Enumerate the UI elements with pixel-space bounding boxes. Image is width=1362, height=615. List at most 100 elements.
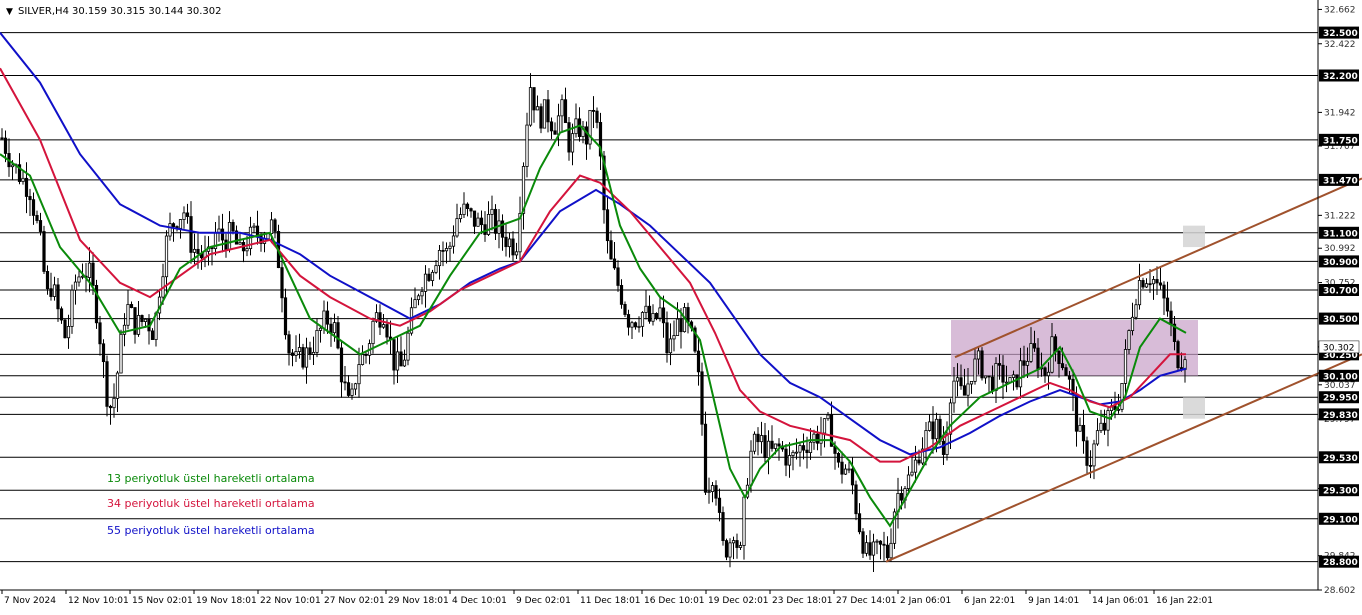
legend-ema55: 55 periyotluk üstel hareketli ortalama	[107, 524, 315, 537]
candle	[1043, 366, 1047, 383]
candle	[882, 531, 886, 561]
candle-body	[871, 541, 876, 556]
candle	[864, 535, 869, 557]
candle	[126, 289, 130, 330]
x-tick-label: 22 Nov 10:01	[260, 596, 321, 606]
candle	[626, 309, 631, 336]
candle	[1099, 409, 1103, 433]
candle	[752, 431, 757, 455]
candle-body	[763, 435, 767, 459]
dropdown-triangle-icon[interactable]: ▼	[6, 7, 13, 17]
candle	[479, 210, 484, 235]
candle	[402, 349, 407, 368]
candle-body	[395, 351, 400, 371]
candle-body	[1095, 430, 1100, 445]
candle-body	[231, 222, 235, 232]
candle-body	[742, 496, 746, 546]
candle-body	[686, 307, 690, 323]
level-price-text: 30.100	[1323, 372, 1358, 382]
candle	[658, 296, 662, 322]
candle-body	[931, 421, 935, 440]
candle	[294, 335, 298, 362]
candle-body	[87, 262, 92, 278]
candle-body	[31, 199, 36, 216]
candle-body	[1018, 360, 1023, 388]
candle	[521, 162, 526, 230]
price-chart[interactable]: 32.66232.42231.94231.70731.22230.99230.7…	[0, 0, 1362, 611]
level-price-text: 32.500	[1323, 29, 1358, 39]
candle-body	[801, 445, 806, 451]
candle-body	[731, 540, 736, 544]
candle	[1151, 276, 1156, 300]
candle	[336, 316, 340, 350]
candle	[7, 138, 11, 177]
candle-body	[28, 196, 32, 201]
candle	[1130, 302, 1135, 336]
candle	[1078, 417, 1082, 432]
candle	[444, 242, 449, 264]
candle	[1165, 281, 1170, 317]
x-tick-label: 4 Dec 10:01	[452, 596, 507, 606]
candle	[819, 416, 823, 456]
candle-body	[665, 322, 669, 354]
candle	[504, 223, 508, 257]
candle	[497, 209, 501, 249]
candle-body	[77, 276, 81, 283]
candle-body	[371, 320, 375, 345]
candle	[252, 223, 256, 234]
candle	[553, 122, 557, 135]
candle	[1081, 409, 1086, 454]
candle	[290, 349, 295, 367]
candle-body	[70, 289, 74, 327]
candle	[591, 96, 596, 128]
candle-body	[1036, 347, 1040, 370]
candle-body	[962, 385, 967, 396]
candle	[241, 239, 246, 263]
candle	[1120, 382, 1124, 413]
candle-body	[980, 350, 984, 379]
candle	[1162, 281, 1166, 315]
candle-body	[101, 343, 106, 363]
candle	[150, 328, 155, 340]
candle-body	[630, 322, 634, 328]
candle-body	[623, 303, 627, 315]
candle-body	[724, 540, 729, 558]
candle-body	[136, 315, 141, 335]
candle	[217, 215, 221, 242]
x-tick-label: 19 Dec 02:01	[708, 596, 769, 606]
candle	[756, 427, 760, 456]
candle-body	[679, 318, 683, 333]
candle	[49, 272, 53, 301]
candle-body	[546, 99, 550, 123]
candle	[980, 347, 984, 381]
candle	[616, 260, 620, 292]
level-price-text: 29.300	[1323, 487, 1358, 497]
candle-body	[350, 388, 354, 396]
candle-body	[35, 215, 39, 221]
candle-body	[752, 433, 757, 452]
candle-body	[924, 430, 928, 450]
candle	[353, 382, 358, 396]
candle-body	[1060, 363, 1065, 369]
candle-body	[469, 208, 473, 212]
candle-body	[857, 513, 862, 533]
candle-body	[315, 330, 319, 353]
candle	[787, 442, 792, 478]
candle-body	[591, 109, 596, 112]
candle-body	[973, 358, 977, 382]
candle-body	[472, 210, 477, 227]
candle-body	[1141, 280, 1145, 288]
candle-body	[462, 203, 466, 215]
candle	[791, 450, 795, 471]
candle	[539, 103, 543, 134]
candle-body	[339, 347, 344, 383]
candle	[840, 451, 844, 484]
candle-body	[728, 542, 732, 558]
candle-body	[420, 290, 424, 297]
candle-body	[1169, 310, 1173, 325]
candle	[969, 380, 974, 394]
candle-body	[1085, 440, 1089, 466]
candle-body	[514, 251, 519, 256]
candle-body	[220, 228, 225, 241]
x-tick-label: 27 Dec 14:01	[836, 596, 897, 606]
